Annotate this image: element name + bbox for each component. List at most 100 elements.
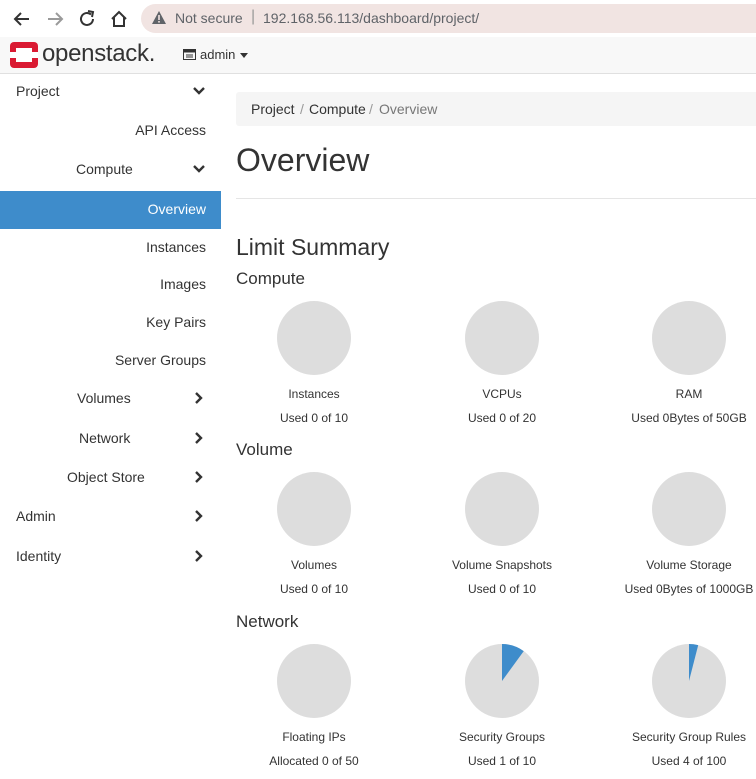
openstack-logo[interactable]: openstack. [10, 40, 155, 68]
chevron-right-icon [195, 471, 203, 483]
limit-summary-title: Limit Summary [236, 234, 390, 260]
pie-remaining-slice [652, 472, 726, 546]
sidebar-item-label: Overview [147, 201, 206, 217]
top-navbar: openstack. admin [0, 37, 756, 74]
sidebar-item-server-groups[interactable]: Server Groups [0, 343, 221, 379]
caret-down-icon [240, 53, 249, 59]
quota-chart-usage: Used 0Bytes of 50GB [631, 411, 747, 425]
group-title-volume: Volume [236, 440, 293, 459]
pie-remaining-slice [465, 472, 539, 546]
group-title-network: Network [236, 612, 299, 631]
warning-icon[interactable] [151, 10, 167, 26]
sidebar-item-label: Instances [146, 239, 206, 255]
quota-chart-title: Instances [288, 387, 340, 401]
sidebar-item-instances[interactable]: Instances [0, 230, 221, 266]
quota-chart-usage: Used 0Bytes of 1000GB [624, 582, 754, 596]
sidebar-item-label: Compute [76, 161, 133, 177]
sidebar-item-label: Object Store [67, 469, 145, 485]
breadcrumb-item[interactable]: Compute [309, 101, 366, 117]
title-divider [236, 198, 756, 199]
forward-arrow-icon[interactable] [44, 8, 66, 30]
quota-chart: Security Groups Used 1 of 10 [422, 643, 582, 768]
pie-remaining-slice [277, 301, 351, 375]
quota-chart-title: Volumes [290, 558, 338, 572]
quota-chart-usage: Used 0 of 10 [279, 582, 349, 596]
quota-chart: Volumes Used 0 of 10 [234, 471, 394, 596]
quota-chart: Floating IPs Allocated 0 of 50 [234, 643, 394, 768]
sidebar-item-label: Key Pairs [146, 314, 206, 330]
chevron-right-icon [195, 550, 203, 562]
sidebar-item-network[interactable]: Network [0, 421, 221, 457]
sidebar-item-compute[interactable]: Compute [0, 152, 221, 188]
pie-remaining-slice [277, 472, 351, 546]
quota-chart-usage: Allocated 0 of 50 [269, 754, 359, 768]
browser-toolbar: Not secure | 192.168.56.113/dashboard/pr… [0, 0, 756, 38]
quota-chart-usage: Used 0 of 10 [467, 582, 537, 596]
project-name: admin [200, 47, 236, 62]
sidebar-item-label: Identity [16, 548, 62, 564]
chevron-right-icon [195, 510, 203, 522]
breadcrumb-separator: / [369, 101, 373, 117]
sidebar-item-volumes[interactable]: Volumes [0, 381, 221, 417]
sidebar-item-label: Admin [16, 508, 56, 524]
sidebar-item-label: Images [160, 276, 206, 292]
sidebar-item-key-pairs[interactable]: Key Pairs [0, 305, 221, 341]
sidebar-item-admin[interactable]: Admin [0, 499, 221, 535]
quota-pie [277, 472, 351, 546]
quota-chart-title: Security Groups [458, 730, 546, 744]
breadcrumb: Project / Compute / Overview [236, 92, 756, 126]
url-text[interactable]: 192.168.56.113/dashboard/project/ [263, 10, 479, 26]
pie-remaining-slice [277, 644, 351, 718]
chevron-down-icon [193, 165, 205, 173]
sidebar: Project API Access Compute Overview Inst… [0, 74, 221, 779]
quota-pie [465, 644, 539, 718]
quota-chart-usage: Used 1 of 10 [467, 754, 537, 768]
quota-pie [652, 301, 726, 375]
openstack-logo-icon [10, 42, 38, 68]
breadcrumb-current: Overview [379, 101, 438, 117]
pie-remaining-slice [652, 301, 726, 375]
reload-icon[interactable] [76, 8, 98, 30]
project-dropdown[interactable]: admin [183, 47, 249, 62]
quota-pie [465, 301, 539, 375]
sidebar-item-label: Server Groups [114, 352, 206, 368]
group-title-compute: Compute [236, 269, 305, 288]
quota-chart-title: Floating IPs [282, 730, 346, 744]
sidebar-item-label: Network [79, 430, 131, 446]
pie-remaining-slice [465, 301, 539, 375]
page-title: Overview [236, 142, 370, 178]
sidebar-item-images[interactable]: Images [0, 267, 221, 303]
chevron-right-icon [195, 392, 203, 404]
home-icon[interactable] [108, 8, 130, 30]
quota-chart: RAM Used 0Bytes of 50GB [609, 300, 756, 425]
quota-chart-usage: Used 0 of 10 [279, 411, 349, 425]
quota-chart-title: Security Group Rules [631, 730, 747, 744]
address-bar[interactable]: Not secure | 192.168.56.113/dashboard/pr… [141, 4, 756, 33]
chevron-right-icon [195, 432, 203, 444]
quota-chart-usage: Used 0 of 20 [467, 411, 537, 425]
breadcrumb-item[interactable]: Project [251, 101, 295, 117]
quota-pie [277, 301, 351, 375]
not-secure-label: Not secure [175, 10, 243, 26]
breadcrumb-separator: / [300, 101, 304, 117]
quota-chart-title: RAM [675, 387, 703, 401]
brand-text: openstack. [42, 40, 156, 67]
url-separator: | [251, 8, 256, 25]
sidebar-item-identity[interactable]: Identity [0, 539, 221, 575]
quota-chart: VCPUs Used 0 of 20 [422, 300, 582, 425]
main-content: Project / Compute / Overview Overview Li… [236, 74, 756, 779]
sidebar-item-object-store[interactable]: Object Store [0, 460, 221, 496]
sidebar-item-label: Volumes [77, 390, 131, 406]
quota-chart: Instances Used 0 of 10 [234, 300, 394, 425]
quota-chart-title: Volume Snapshots [451, 558, 553, 572]
quota-chart-title: Volume Storage [646, 558, 732, 572]
sidebar-item-project[interactable]: Project [0, 74, 221, 110]
sidebar-item-api-access[interactable]: API Access [0, 113, 221, 149]
chevron-down-icon [193, 87, 205, 95]
sidebar-item-label: API Access [135, 122, 206, 138]
quota-chart-usage: Used 4 of 100 [651, 754, 727, 768]
sidebar-item-overview[interactable]: Overview [0, 191, 221, 229]
back-arrow-icon[interactable] [11, 8, 33, 30]
quota-pie [277, 644, 351, 718]
quota-chart: Security Group Rules Used 4 of 100 [609, 643, 756, 768]
